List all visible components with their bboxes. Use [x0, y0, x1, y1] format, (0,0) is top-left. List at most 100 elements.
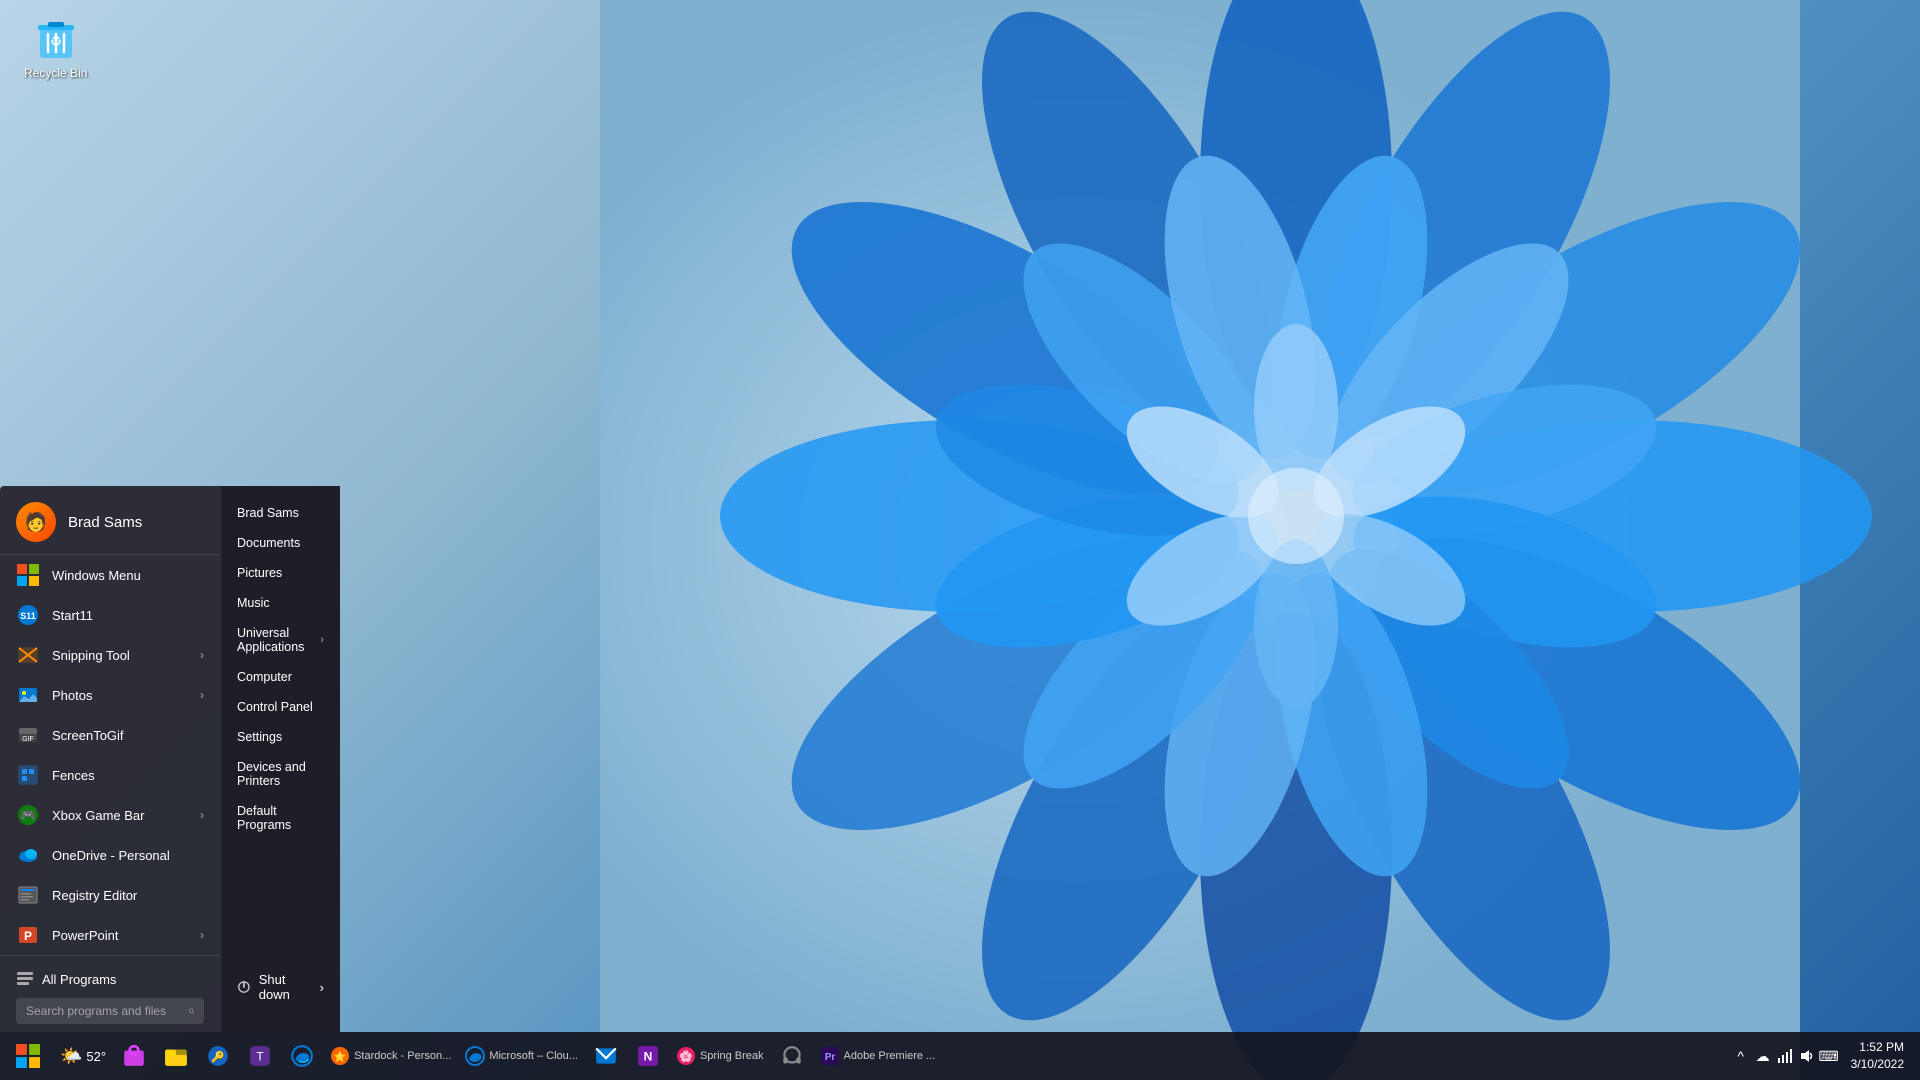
recycle-bin[interactable]: ♻ Recycle Bin: [20, 10, 91, 84]
sidebar-item-screentogif[interactable]: GIF ScreenToGif: [0, 715, 220, 755]
sidebar-item-snipping-tool[interactable]: Snipping Tool ›: [0, 635, 220, 675]
sidebar-item-start11[interactable]: S11 Start11: [0, 595, 220, 635]
right-item-devices-printers[interactable]: Devices and Printers: [221, 752, 340, 796]
spring-break-label: Spring Break: [700, 1050, 764, 1062]
right-item-documents[interactable]: Documents: [221, 528, 340, 558]
sidebar-item-xbox-game-bar[interactable]: 🎮 Xbox Game Bar ›: [0, 795, 220, 835]
right-item-pictures[interactable]: Pictures: [221, 558, 340, 588]
powerpoint-icon: P: [16, 923, 40, 947]
right-item-music[interactable]: Music: [221, 588, 340, 618]
network-icon: [1777, 1048, 1793, 1064]
taskbar-app-edge2[interactable]: Microsoft – Clou...: [459, 1036, 584, 1076]
edge-icon: [290, 1044, 314, 1068]
fences-label: Fences: [52, 768, 204, 783]
shutdown-arrow: ›: [320, 980, 324, 995]
shutdown-icon: [237, 979, 251, 995]
sidebar-item-onedrive[interactable]: OneDrive - Personal: [0, 835, 220, 875]
fences-icon: [16, 763, 40, 787]
premiere-icon: Pr: [820, 1046, 840, 1066]
taskbar-app-keepass[interactable]: 🔑: [198, 1036, 238, 1076]
keepass-icon: 🔑: [206, 1044, 230, 1068]
shutdown-button[interactable]: Shut down ›: [237, 966, 324, 1008]
weather-widget[interactable]: 🌤️ 52°: [54, 1036, 112, 1076]
right-item-computer-label: Computer: [237, 670, 292, 684]
start-menu-right-panel: Brad Sams Documents Pictures Music Unive…: [220, 486, 340, 1032]
sidebar-item-fences[interactable]: Fences: [0, 755, 220, 795]
recycle-bin-icon: ♻: [32, 14, 80, 62]
weather-icon: 🌤️: [60, 1046, 82, 1067]
svg-text:T: T: [256, 1049, 264, 1063]
clock-time: 1:52 PM: [1851, 1039, 1904, 1056]
wallpaper: [480, 0, 1920, 1080]
all-programs-icon: [16, 970, 34, 988]
taskbar-left: 🌤️ 52° 🔑 T ⭐ Stardock - Per: [8, 1036, 1731, 1076]
right-item-settings-label: Settings: [237, 730, 282, 744]
premiere-label: Adobe Premiere ...: [844, 1050, 936, 1062]
xbox-label: Xbox Game Bar: [52, 808, 188, 823]
tray-chevron[interactable]: ^: [1731, 1046, 1751, 1066]
search-input[interactable]: [26, 1004, 181, 1018]
right-item-default-programs[interactable]: Default Programs: [221, 796, 340, 840]
right-item-universal-apps-label: Universal Applications: [237, 626, 312, 654]
search-icon: [189, 1004, 194, 1018]
all-programs-label: All Programs: [42, 972, 116, 987]
tray-cloud[interactable]: ☁: [1753, 1046, 1773, 1066]
sidebar-item-registry-editor[interactable]: Registry Editor: [0, 875, 220, 915]
taskbar-app-explorer[interactable]: [156, 1036, 196, 1076]
all-programs-button[interactable]: All Programs: [16, 964, 204, 994]
sidebar-item-windows-menu[interactable]: Windows Menu: [0, 555, 220, 595]
start-menu-bottom: All Programs: [0, 955, 220, 1032]
taskbar-app-spring-break[interactable]: 🌸 Spring Break: [670, 1036, 770, 1076]
windows-menu-label: Windows Menu: [52, 568, 204, 583]
clock-date: 3/10/2022: [1851, 1056, 1904, 1073]
right-item-computer[interactable]: Computer: [221, 662, 340, 692]
svg-text:GIF: GIF: [22, 736, 34, 743]
svg-text:P: P: [24, 929, 32, 943]
universal-apps-arrow: ›: [320, 634, 324, 646]
sidebar-item-photos[interactable]: Photos ›: [0, 675, 220, 715]
start11-icon: S11: [16, 603, 40, 627]
taskbar-app-mail[interactable]: [586, 1036, 626, 1076]
svg-text:🔑: 🔑: [211, 1049, 225, 1063]
snipping-tool-icon: [16, 643, 40, 667]
taskbar-app-onenote[interactable]: N: [628, 1036, 668, 1076]
start11-label: Start11: [52, 608, 204, 623]
stardock-label: Stardock - Person...: [354, 1050, 451, 1062]
taskbar-app-headphones[interactable]: [772, 1036, 812, 1076]
tray-network[interactable]: [1775, 1046, 1795, 1066]
taskbar-clock[interactable]: 1:52 PM 3/10/2022: [1843, 1039, 1912, 1073]
right-item-settings[interactable]: Settings: [221, 722, 340, 752]
taskbar-app-stardock[interactable]: ⭐ Stardock - Person...: [324, 1036, 457, 1076]
taskbar-app-teams[interactable]: T: [240, 1036, 280, 1076]
start-menu-user-header[interactable]: 🧑 Brad Sams: [0, 486, 220, 555]
svg-text:♻: ♻: [49, 33, 62, 49]
sidebar-item-powerpoint[interactable]: P PowerPoint ›: [0, 915, 220, 955]
right-item-devices-printers-label: Devices and Printers: [237, 760, 324, 788]
taskbar-app-store[interactable]: [114, 1036, 154, 1076]
right-item-brad-sams[interactable]: Brad Sams: [221, 498, 340, 528]
svg-text:⭐: ⭐: [334, 1050, 346, 1063]
taskbar-app-edge[interactable]: [282, 1036, 322, 1076]
xbox-arrow: ›: [200, 808, 204, 822]
right-item-control-panel[interactable]: Control Panel: [221, 692, 340, 722]
registry-editor-label: Registry Editor: [52, 888, 204, 903]
taskbar-app-premiere[interactable]: Pr Adobe Premiere ...: [814, 1036, 942, 1076]
mail-icon: [594, 1044, 618, 1068]
tray-keyboard[interactable]: ⌨: [1819, 1046, 1839, 1066]
screentogif-label: ScreenToGif: [52, 728, 204, 743]
start-button-icon: [16, 1044, 40, 1068]
registry-editor-icon: [16, 883, 40, 907]
snipping-tool-label: Snipping Tool: [52, 648, 188, 663]
right-item-music-label: Music: [237, 596, 270, 610]
right-item-universal-apps[interactable]: Universal Applications ›: [221, 618, 340, 662]
store-icon: [122, 1044, 146, 1068]
search-bar[interactable]: [16, 998, 204, 1024]
right-item-brad-sams-label: Brad Sams: [237, 506, 299, 520]
svg-text:Pr: Pr: [824, 1052, 835, 1063]
explorer-icon: [164, 1044, 188, 1068]
right-item-default-programs-label: Default Programs: [237, 804, 324, 832]
photos-arrow: ›: [200, 688, 204, 702]
start-button[interactable]: [8, 1036, 48, 1076]
onenote-icon: N: [636, 1044, 660, 1068]
tray-volume[interactable]: [1797, 1046, 1817, 1066]
